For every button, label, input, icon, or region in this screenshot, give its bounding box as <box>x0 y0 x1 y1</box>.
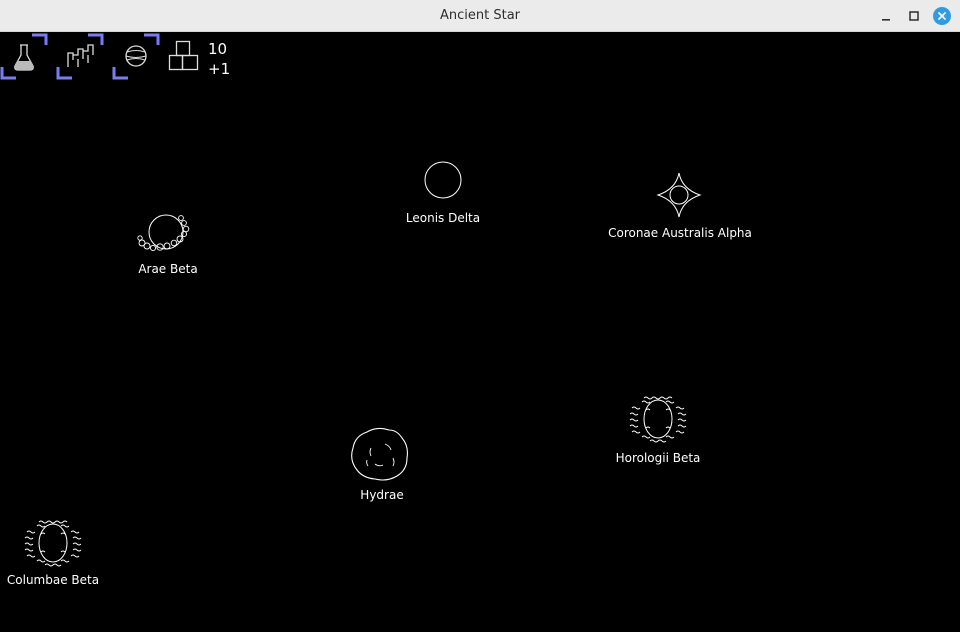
wavy-star-icon <box>24 520 82 567</box>
research-tool-button[interactable] <box>0 33 48 81</box>
resource-counter: 10 +1 <box>168 36 238 78</box>
planets-tool-button[interactable] <box>112 33 160 81</box>
spiky-star-icon <box>656 172 702 218</box>
minimize-icon <box>882 19 890 21</box>
window-title: Ancient Star <box>439 8 521 23</box>
planet-icon <box>112 33 160 80</box>
title-bar: Ancient Star <box>0 0 960 32</box>
star-label: Arae Beta <box>138 262 198 276</box>
maximize-button[interactable] <box>904 6 924 26</box>
star-hydrae[interactable]: Hydrae <box>342 426 422 506</box>
resource-amount: 10 <box>208 40 228 58</box>
star-label: Columbae Beta <box>6 573 100 587</box>
star-label: Hydrae <box>360 488 404 502</box>
star-label: Horologii Beta <box>615 451 701 465</box>
factory-icon <box>56 33 104 80</box>
resource-rate: +1 <box>208 60 231 78</box>
close-button[interactable] <box>932 6 952 26</box>
star-horologii-beta[interactable]: Horologii Beta <box>610 392 706 468</box>
build-tool-button[interactable] <box>56 33 104 81</box>
star-coronae-australis-alpha[interactable]: Coronae Australis Alpha <box>600 170 760 240</box>
close-icon <box>938 12 946 20</box>
ringed-star-icon <box>137 214 190 252</box>
stacked-blocks-icon <box>168 40 199 71</box>
flask-icon <box>0 33 48 80</box>
star-label: Coronae Australis Alpha <box>608 226 752 240</box>
star-columbae-beta[interactable]: Columbae Beta <box>2 516 102 592</box>
star-map[interactable]: 10 +1 Leonis Delta Coronae Australis Alp… <box>0 32 960 632</box>
star-label: Leonis Delta <box>405 211 481 225</box>
wavy-star-icon <box>629 396 687 443</box>
lumpy-star-icon <box>351 427 408 481</box>
plain-star-icon <box>424 161 462 199</box>
maximize-icon <box>909 11 919 21</box>
star-leonis-delta[interactable]: Leonis Delta <box>405 158 481 226</box>
minimize-button[interactable] <box>876 6 896 26</box>
star-arae-beta[interactable]: Arae Beta <box>128 208 208 278</box>
